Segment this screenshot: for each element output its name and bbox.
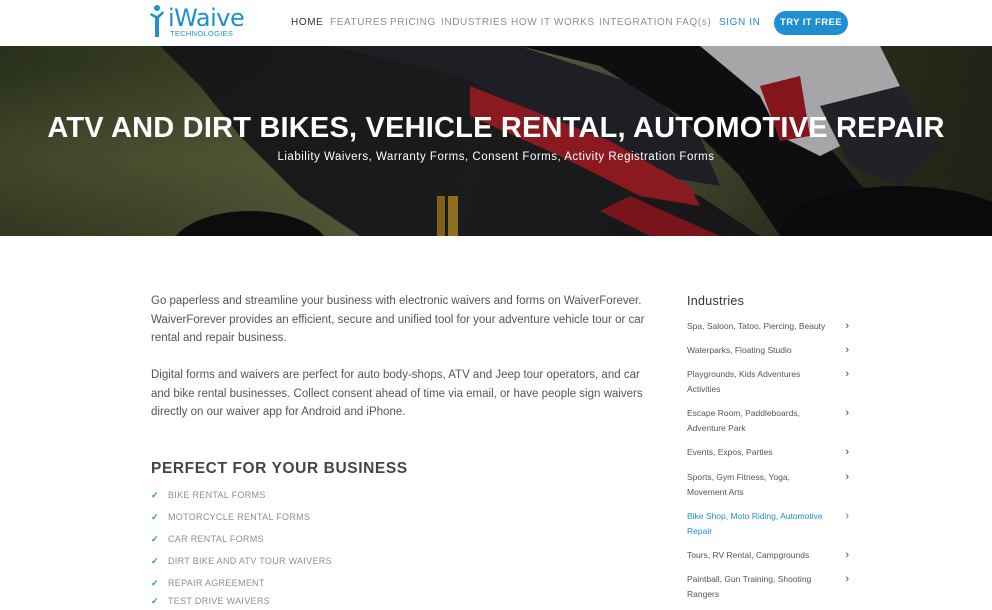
chevron-right-icon: › xyxy=(845,368,849,380)
description-paragraph: Digital forms and waivers are perfect fo… xyxy=(151,369,643,418)
brand-tagline: TECHNOLOGIES xyxy=(170,29,234,38)
sidebar-item-escape-room[interactable]: Escape Room, Paddleboards, Adventure Par… xyxy=(687,406,849,436)
feature-label: DIRT BIKE AND ATV TOUR WAIVERS xyxy=(168,556,332,566)
sidebar-item-paintball[interactable]: Paintball, Gun Training, Shooting Ranger… xyxy=(687,572,849,602)
chevron-right-icon: › xyxy=(845,407,849,419)
nav-pricing[interactable]: PRICING xyxy=(390,17,436,28)
nav-integration[interactable]: INTEGRATION xyxy=(599,17,673,28)
sign-in-link[interactable]: SIGN IN xyxy=(719,17,760,28)
nav-how-it-works[interactable]: HOW IT WORKS xyxy=(511,17,595,28)
person-icon xyxy=(150,5,164,37)
feature-label: BIKE RENTAL FORMS xyxy=(168,490,266,500)
hero-banner: ATV AND DIRT BIKES, VEHICLE RENTAL, AUTO… xyxy=(0,46,992,236)
nav-features[interactable]: FEATURES xyxy=(330,17,387,28)
sidebar-item-label: Escape Room, Paddleboards, Adventure Par… xyxy=(687,408,800,433)
chevron-right-icon: › xyxy=(845,344,849,356)
hero-title: ATV AND DIRT BIKES, VEHICLE RENTAL, AUTO… xyxy=(47,112,945,144)
check-icon: ✓ xyxy=(151,556,159,566)
sidebar-title: Industries xyxy=(687,294,745,308)
sidebar-item-label: Waterparks, Floating Studio xyxy=(687,345,792,355)
chevron-right-icon: › xyxy=(845,510,849,522)
chevron-right-icon: › xyxy=(845,446,849,458)
brand-name: iWaive xyxy=(168,4,245,32)
check-icon: ✓ xyxy=(151,578,159,588)
site-header: iWaive TECHNOLOGIES HOME FEATURES PRICIN… xyxy=(0,0,992,46)
chevron-right-icon: › xyxy=(845,573,849,585)
sidebar-item-events[interactable]: Events, Expos, Parties › xyxy=(687,445,849,460)
feature-label: TEST DRIVE WAIVERS xyxy=(168,596,270,606)
feature-label: REPAIR AGREEMENT xyxy=(168,578,265,588)
try-it-free-button[interactable]: TRY IT FREE xyxy=(774,11,848,35)
nav-faqs[interactable]: FAQ(s) xyxy=(676,17,711,28)
chevron-right-icon: › xyxy=(845,471,849,483)
intro-paragraph: Go paperless and streamline your busines… xyxy=(151,295,645,344)
chevron-right-icon: › xyxy=(845,549,849,561)
sidebar-item-label: Events, Expos, Parties xyxy=(687,447,773,457)
section-title: PERFECT FOR YOUR BUSINESS xyxy=(151,460,408,477)
sidebar-item-label: Playgrounds, Kids Adventures Activities xyxy=(687,369,801,394)
nav-home[interactable]: HOME xyxy=(291,17,323,28)
sidebar-item-waterparks[interactable]: Waterparks, Floating Studio › xyxy=(687,343,849,358)
sidebar-item-label: Tours, RV Rental, Campgrounds xyxy=(687,550,810,560)
chevron-right-icon: › xyxy=(845,320,849,332)
feature-label: MOTORCYCLE RENTAL FORMS xyxy=(168,512,311,522)
brand-logo[interactable]: iWaive TECHNOLOGIES xyxy=(150,4,245,42)
feature-label: CAR RENTAL FORMS xyxy=(168,534,264,544)
sidebar-item-tours[interactable]: Tours, RV Rental, Campgrounds › xyxy=(687,548,849,563)
check-icon: ✓ xyxy=(151,490,159,500)
sidebar-item-label: Sports, Gym Fitness, Yoga, Movement Arts xyxy=(687,472,790,497)
sidebar-item-sports[interactable]: Sports, Gym Fitness, Yoga, Movement Arts… xyxy=(687,470,849,500)
sidebar-item-playgrounds[interactable]: Playgrounds, Kids Adventures Activities … xyxy=(687,367,849,397)
sidebar-item-bike-shop[interactable]: Bike Shop, Moto Riding, Automotive Repai… xyxy=(687,509,849,539)
hero-subtitle: Liability Waivers, Warranty Forms, Conse… xyxy=(277,151,715,163)
check-icon: ✓ xyxy=(151,534,159,544)
sidebar-item-spa[interactable]: Spa, Saloon, Tatoo, Piercing, Beauty › xyxy=(687,319,849,334)
check-icon: ✓ xyxy=(151,596,159,606)
sidebar-item-label: Spa, Saloon, Tatoo, Piercing, Beauty xyxy=(687,321,826,331)
sidebar-item-label: Bike Shop, Moto Riding, Automotive Repai… xyxy=(687,511,823,536)
check-icon: ✓ xyxy=(151,512,159,522)
nav-industries[interactable]: INDUSTRIES xyxy=(441,17,508,28)
sidebar-item-label: Paintball, Gun Training, Shooting Ranger… xyxy=(687,574,812,599)
